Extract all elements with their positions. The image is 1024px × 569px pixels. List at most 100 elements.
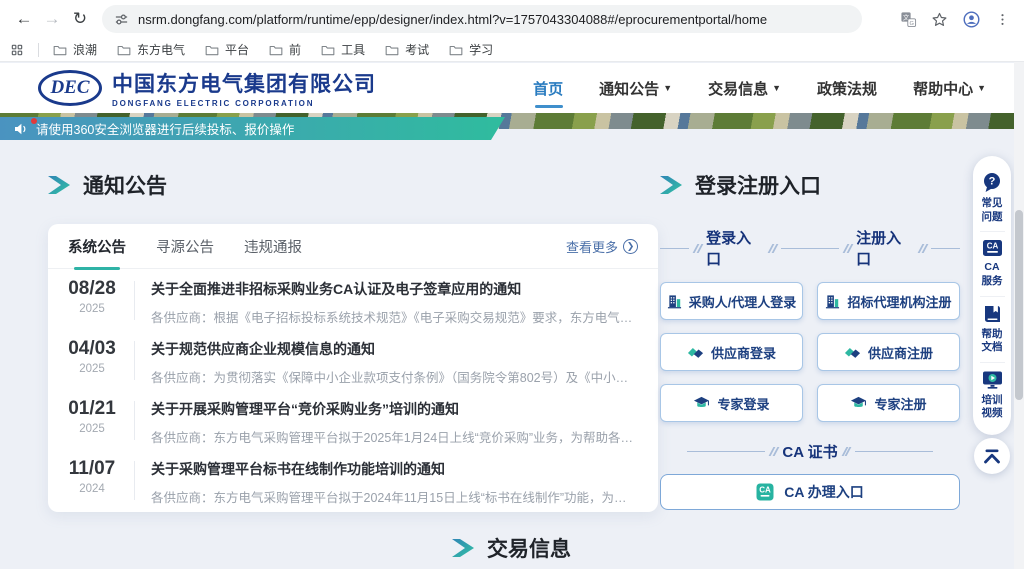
trade-section-header: 交易信息 [452,533,571,563]
notice-title[interactable]: 关于开展采购管理平台“竞价采购业务”培训的通知 [151,399,638,419]
browser-notice-ticker: 请使用360安全浏览器进行后续投标、报价操作 [0,117,505,140]
bookmark-star-icon[interactable] [931,11,948,28]
divider [134,281,135,320]
notice-row[interactable]: 11/07 2024 关于采购管理平台标书在线制作功能培训的通知 各供应商：东方… [48,449,658,509]
faq-button[interactable]: ? 常见问题 [980,165,1005,231]
section-arrow-icon [452,539,474,557]
back-to-top-button[interactable] [974,438,1010,474]
ca-service-button[interactable]: CA CA服务 [980,231,1005,295]
notice-desc: 各供应商：为贯彻落实《保障中小企业款项支付条例》（国务院令第802号）及《中小企… [151,367,638,386]
notices-section-title: 通知公告 [83,170,167,200]
menu-kebab-icon[interactable] [995,12,1010,27]
translate-icon[interactable]: 文G [900,11,917,28]
svg-text:CA: CA [986,242,998,251]
login-section-title: 登录注册入口 [695,170,821,200]
login-section-header: 登录注册入口 [660,170,960,200]
notice-desc: 各供应商：东方电气采购管理平台拟于2025年1月24日上线“竞价采购”业务，为帮… [151,427,638,446]
active-tab-underline [74,267,120,270]
back-icon[interactable]: ← [10,5,38,33]
view-more-link[interactable]: 查看更多 ❯ [566,237,638,256]
ca-badge-icon: CA [756,483,774,501]
supplier-login-button[interactable]: 供应商登录 [660,333,803,371]
site-info-icon[interactable] [114,12,129,27]
bookmark-folder[interactable]: 工具 [321,41,365,58]
building-icon [825,294,840,309]
bookmark-folder[interactable]: 平台 [205,41,249,58]
bookmarks-divider [38,43,39,57]
purchaser-agent-login-button[interactable]: 采购人/代理人登录 [660,282,803,320]
notice-date: 04/03 2025 [56,338,128,375]
arrow-up-to-top-icon [982,447,1002,465]
notice-date: 08/28 2025 [56,278,128,315]
site-header: DEC 中国东方电气集团有限公司 DONGFANG ELECTRIC CORPO… [0,63,1024,113]
building-icon [667,294,682,309]
forward-icon[interactable]: → [38,5,66,33]
section-arrow-icon [48,176,70,194]
bookmark-folder[interactable]: 考试 [385,41,429,58]
notice-title[interactable]: 关于规范供应商企业规模信息的通知 [151,339,638,359]
reload-icon[interactable]: ↻ [66,5,94,33]
ca-card-icon: CA [982,239,1003,257]
company-name: 中国东方电气集团有限公司 DONGFANG ELECTRIC CORPORATI… [112,68,376,108]
chevron-down-icon: ▼ [772,83,781,93]
trade-section-title: 交易信息 [487,533,571,563]
notices-section: 通知公告 系统公告 寻源公告 违规通报 查看更多 ❯ 08/28 2025 [48,170,658,512]
notice-desc: 各供应商：东方电气采购管理平台拟于2024年11月15日上线“标书在线制作”功能… [151,487,638,506]
page-scrollbar-thumb[interactable] [1015,210,1023,400]
page-scrollbar-track[interactable] [1014,62,1024,569]
notices-card: 系统公告 寻源公告 违规通报 查看更多 ❯ 08/28 2025 关于全面推进非… [48,224,658,512]
bookmark-folder[interactable]: 浪潮 [53,41,97,58]
chevron-right-circle-icon: ❯ [623,239,638,254]
notice-date: 11/07 2024 [56,458,128,495]
handshake-icon [844,345,861,359]
register-entries-header: 注册入口 [810,227,960,269]
notification-dot [31,118,37,124]
active-nav-underline [535,105,563,108]
bookmarks-bar: 浪潮 东方电气 平台 前 工具 考试 学习 [0,38,1024,62]
profile-avatar-icon[interactable] [962,10,981,29]
apps-grid-icon[interactable] [10,43,24,57]
bookmark-folder[interactable]: 东方电气 [117,41,185,58]
question-icon: ? [982,172,1002,193]
tab-system-notices[interactable]: 系统公告 [68,224,126,269]
url-text: nsrm.dongfang.com/platform/runtime/epp/d… [138,12,767,27]
dec-logo[interactable]: DEC [38,70,102,106]
notice-row[interactable]: 01/21 2025 关于开展采购管理平台“竞价采购业务”培训的通知 各供应商：… [48,389,658,449]
notice-title[interactable]: 关于全面推进非招标采购业务CA认证及电子签章应用的通知 [151,279,638,299]
nav-item-trade-info[interactable]: 交易信息 ▼ [708,78,781,99]
notice-row[interactable]: 08/28 2025 关于全面推进非招标采购业务CA认证及电子签章应用的通知 各… [48,269,658,329]
speaker-icon [14,123,28,135]
bidding-agency-register-button[interactable]: 招标代理机构注册 [817,282,960,320]
bookmark-folder[interactable]: 前 [269,41,301,58]
notice-date: 01/21 2025 [56,398,128,435]
notice-row[interactable]: 04/03 2025 关于规范供应商企业规模信息的通知 各供应商：为贯彻落实《保… [48,329,658,389]
tab-sourcing-notices[interactable]: 寻源公告 [156,224,214,269]
expert-register-button[interactable]: 专家注册 [817,384,960,422]
help-docs-button[interactable]: 帮助文档 [980,296,1005,362]
notices-section-header: 通知公告 [48,170,658,200]
graduation-cap-icon [693,396,710,410]
url-bar[interactable]: nsrm.dongfang.com/platform/runtime/epp/d… [102,5,862,33]
nav-item-notices[interactable]: 通知公告 ▼ [599,78,672,99]
section-arrow-icon [660,176,682,194]
expert-login-button[interactable]: 专家登录 [660,384,803,422]
training-videos-button[interactable]: 培训视频 [980,362,1005,428]
notices-tabs: 系统公告 寻源公告 违规通报 查看更多 ❯ [48,224,658,269]
divider [134,341,135,380]
bookmark-folder[interactable]: 学习 [449,41,493,58]
ca-apply-button[interactable]: CA CA 办理入口 [660,474,960,510]
nav-item-help-center[interactable]: 帮助中心 ▼ [913,78,986,99]
main-nav: 首页 通知公告 ▼ 交易信息 ▼ 政策法规 帮助中心 ▼ [533,78,986,99]
notice-title[interactable]: 关于采购管理平台标书在线制作功能培训的通知 [151,459,638,479]
divider [134,461,135,500]
handshake-icon [687,345,704,359]
tab-violation-reports[interactable]: 违规通报 [244,224,302,269]
nav-item-home[interactable]: 首页 [533,78,563,99]
svg-text:?: ? [989,176,996,188]
divider [134,401,135,440]
supplier-register-button[interactable]: 供应商注册 [817,333,960,371]
company-name-cn: 中国东方电气集团有限公司 [112,68,376,98]
chevron-down-icon: ▼ [663,83,672,93]
nav-item-policies[interactable]: 政策法规 [817,78,877,99]
svg-text:G: G [909,20,913,26]
